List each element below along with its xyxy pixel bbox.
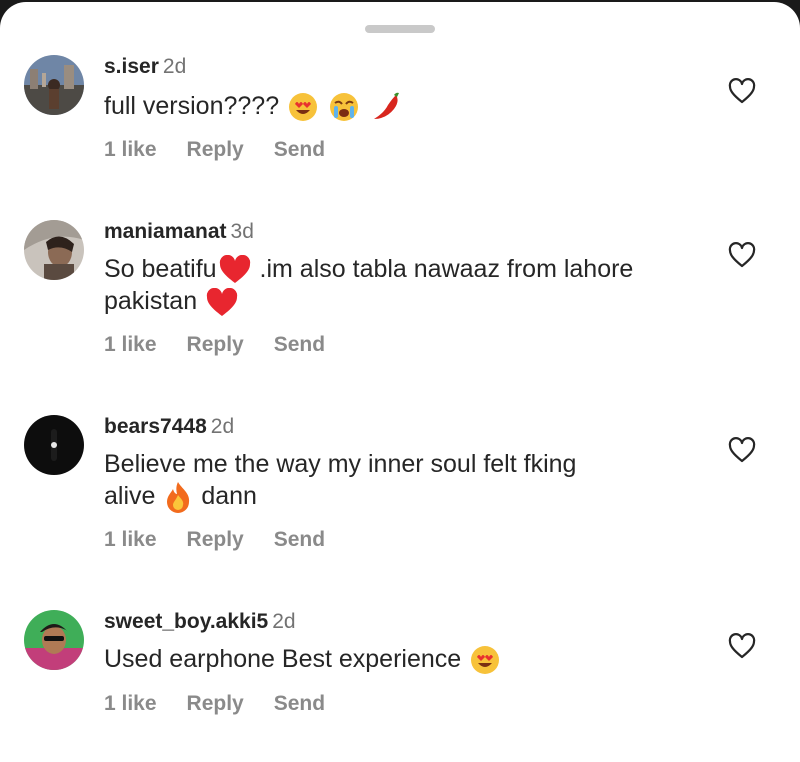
- avatar[interactable]: [24, 415, 84, 475]
- heart-outline-icon[interactable]: [728, 242, 756, 268]
- reply-button[interactable]: Reply: [187, 137, 244, 163]
- avatar[interactable]: [24, 610, 84, 670]
- comment-text-part: Believe me the way my inner soul felt fk…: [104, 450, 577, 478]
- sheet-grabber-handle[interactable]: [365, 25, 435, 33]
- red-heart-emoji: [206, 287, 238, 318]
- comment-age: 2d: [162, 55, 187, 78]
- comment-text: So beatifu .im also tabla nawaaz from la…: [104, 253, 704, 318]
- likes-count[interactable]: 1 like: [104, 332, 157, 358]
- crying-emoji: [329, 92, 359, 122]
- username-line: sweet_boy.akki5 2d: [104, 609, 296, 635]
- send-button[interactable]: Send: [274, 332, 325, 358]
- heart-outline-icon[interactable]: [728, 437, 756, 463]
- username-line: s.iser 2d: [104, 54, 186, 80]
- likes-count[interactable]: 1 like: [104, 137, 157, 163]
- comment-text-part: full version????: [104, 92, 280, 120]
- comment-text-part: Used earphone Best experience: [104, 645, 462, 673]
- heart-outline-icon[interactable]: [728, 78, 756, 104]
- comment-text-part: alive: [104, 482, 156, 510]
- username[interactable]: sweet_boy.akki5: [104, 610, 268, 633]
- reply-button[interactable]: Reply: [187, 332, 244, 358]
- username[interactable]: bears7448: [104, 415, 207, 438]
- comment-text: Used earphone Best experience: [104, 643, 704, 675]
- likes-count[interactable]: 1 like: [104, 691, 157, 717]
- comment-actions: 1 like Reply Send: [104, 527, 325, 553]
- username[interactable]: s.iser: [104, 55, 159, 78]
- comment-age: 3d: [230, 220, 254, 243]
- send-button[interactable]: Send: [274, 691, 325, 717]
- comment-text: full version????: [104, 90, 704, 123]
- comment-actions: 1 like Reply Send: [104, 137, 325, 163]
- send-button[interactable]: Send: [274, 527, 325, 553]
- reply-button[interactable]: Reply: [187, 691, 244, 717]
- fire-emoji: [164, 481, 192, 514]
- username-line: bears7448 2d: [104, 414, 234, 440]
- comment-text-part: dann: [194, 482, 257, 510]
- reply-button[interactable]: Reply: [187, 527, 244, 553]
- comment-text-part: So beatifu: [104, 255, 217, 283]
- heart-eyes-emoji: [288, 92, 318, 122]
- red-heart-emoji: [219, 255, 251, 285]
- username[interactable]: maniamanat: [104, 220, 227, 243]
- send-button[interactable]: Send: [274, 137, 325, 163]
- comment-text: Believe me the way my inner soul felt fk…: [104, 448, 704, 514]
- avatar[interactable]: [24, 55, 84, 115]
- heart-outline-icon[interactable]: [728, 633, 756, 659]
- chili-emoji: [370, 91, 402, 123]
- comment-text-part: .im also tabla nawaaz from lahore: [252, 255, 634, 283]
- likes-count[interactable]: 1 like: [104, 527, 157, 553]
- comment-actions: 1 like Reply Send: [104, 691, 325, 717]
- avatar[interactable]: [24, 220, 84, 280]
- comment-actions: 1 like Reply Send: [104, 332, 325, 358]
- comment-age: 2d: [272, 610, 296, 633]
- comment-age: 2d: [210, 415, 235, 438]
- comments-sheet: s.iser 2d full version???? 1 like Reply Sen…: [0, 2, 800, 762]
- username-line: maniamanat 3d: [104, 219, 254, 245]
- heart-eyes-emoji: [470, 645, 500, 675]
- comment-text-part: pakistan: [104, 287, 198, 316]
